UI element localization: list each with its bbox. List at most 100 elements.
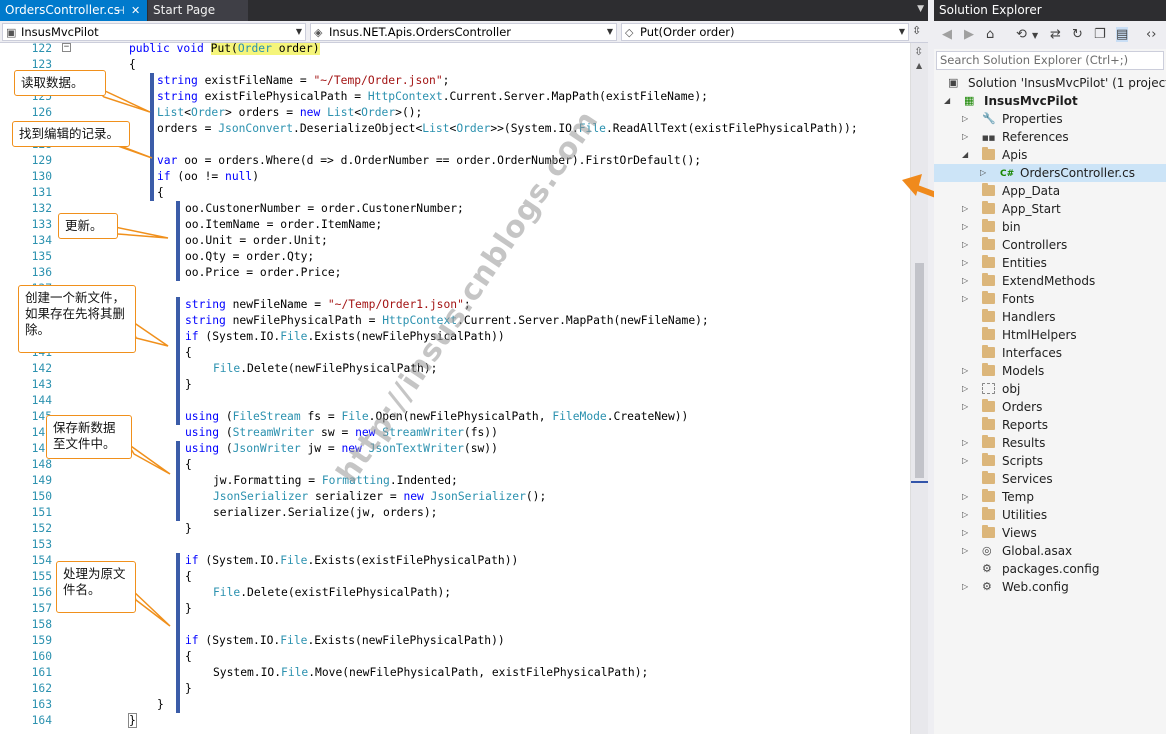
member-dropdown[interactable]: ◇ Put(Order order) ▼ [621, 23, 909, 41]
code-line[interactable]: 159 if (System.IO.File.Exists(newFilePhys… [0, 633, 910, 649]
code-line[interactable]: 135 oo.Qty = order.Qty; [0, 249, 910, 265]
code-line[interactable]: 162} [0, 681, 910, 697]
split-window-icon[interactable]: ⇳ [912, 24, 921, 37]
refresh-icon[interactable]: ↻ [1072, 27, 1083, 42]
project-dropdown[interactable]: ▣ InsusMvcPilot ▼ [2, 23, 306, 41]
code-view-icon[interactable]: ‹› [1146, 27, 1156, 42]
tree-item[interactable]: ▷ Controllers [934, 236, 1166, 254]
code-line[interactable]: 145 using (FileStream fs = File.Open(newF… [0, 409, 910, 425]
tree-item[interactable]: ▷ Results [934, 434, 1166, 452]
code-line[interactable]: 150 JsonSerializer serializer = new JsonS… [0, 489, 910, 505]
pin-icon[interactable]: ⊣ [115, 0, 125, 21]
scroll-up-icon[interactable]: ▲ [916, 61, 922, 70]
code-line[interactable]: 130 if (oo != null) [0, 169, 910, 185]
tree-item[interactable]: ▷ Models [934, 362, 1166, 380]
sync-icon[interactable]: ⇄ [1050, 27, 1061, 42]
code-line[interactable]: 156 File.Delete(existFilePhysicalPath); [0, 585, 910, 601]
code-line[interactable]: 163} [0, 697, 910, 713]
collapsed-arrow-icon[interactable]: ▷ [962, 254, 968, 272]
class-dropdown[interactable]: ◈ Insus.NET.Apis.OrdersController ▼ [310, 23, 617, 41]
code-line[interactable]: 122 public void Put(Order order) − [0, 43, 910, 57]
tree-item[interactable]: ▷ ExtendMethods [934, 272, 1166, 290]
code-line[interactable]: 148 { [0, 457, 910, 473]
code-line[interactable]: 149 jw.Formatting = Formatting.Indented; [0, 473, 910, 489]
collapsed-arrow-icon[interactable]: ▷ [962, 578, 968, 596]
collapsed-arrow-icon[interactable]: ▷ [962, 452, 968, 470]
back-icon[interactable]: ◀ [942, 27, 952, 42]
tree-item[interactable]: ▷ Fonts [934, 290, 1166, 308]
tree-item[interactable]: ▷ bin [934, 218, 1166, 236]
code-line[interactable]: 128 [0, 137, 910, 153]
close-icon[interactable]: ✕ [131, 0, 140, 21]
tree-item[interactable]: ▷ ■■ References [934, 128, 1166, 146]
expanded-arrow-icon[interactable]: ◢ [962, 146, 968, 164]
chevron-down-icon[interactable]: ▼ [1032, 31, 1038, 40]
tree-item[interactable]: ▷ obj [934, 380, 1166, 398]
history-icon[interactable]: ⟲ [1016, 27, 1027, 42]
tab-orders-controller[interactable]: OrdersController.cs ⊣ ✕ [0, 0, 147, 21]
collapsed-arrow-icon[interactable]: ▷ [962, 272, 968, 290]
collapsed-arrow-icon[interactable]: ▷ [962, 506, 968, 524]
tree-item[interactable]: ▷ Utilities [934, 506, 1166, 524]
collapsed-arrow-icon[interactable]: ▷ [962, 110, 968, 128]
tree-item[interactable]: ▷ Entities [934, 254, 1166, 272]
collapsed-arrow-icon[interactable]: ▷ [962, 236, 968, 254]
code-line[interactable]: 142 File.Delete(newFilePhysicalPath); [0, 361, 910, 377]
collapse-all-icon[interactable]: ❐ [1094, 27, 1106, 42]
collapsed-arrow-icon[interactable]: ▷ [962, 380, 968, 398]
home-icon[interactable]: ⌂ [986, 27, 994, 42]
code-line[interactable]: 146 using (StreamWriter sw = new StreamWr… [0, 425, 910, 441]
code-line[interactable]: 129 var oo = orders.Where(d => d.OrderNum… [0, 153, 910, 169]
tree-item[interactable]: ▷ App_Start [934, 200, 1166, 218]
collapsed-arrow-icon[interactable]: ▷ [962, 488, 968, 506]
show-all-files-icon[interactable]: ▤ [1116, 27, 1129, 42]
tree-item[interactable]: Services [934, 470, 1166, 488]
code-line[interactable]: 152} [0, 521, 910, 537]
tree-item[interactable]: ▷ ◎ Global.asax [934, 542, 1166, 560]
tree-item[interactable]: ▷ Temp [934, 488, 1166, 506]
code-line[interactable]: 154 if (System.IO.File.Exists(existFilePh… [0, 553, 910, 569]
tab-start-page[interactable]: Start Page [148, 0, 248, 21]
tree-item[interactable]: ▷ C# OrdersController.cs [934, 164, 1166, 182]
tree-item[interactable]: ▣ Solution 'InsusMvcPilot' (1 project) [934, 74, 1166, 92]
collapsed-arrow-icon[interactable]: ▷ [980, 164, 986, 182]
tree-item[interactable]: ⚙ packages.config [934, 560, 1166, 578]
code-line[interactable]: 158 [0, 617, 910, 633]
code-line[interactable]: 151 serializer.Serialize(jw, orders); [0, 505, 910, 521]
code-line[interactable]: 147 using (JsonWriter jw = new JsonTextWr… [0, 441, 910, 457]
code-line[interactable]: 141{ [0, 345, 910, 361]
code-line[interactable]: 164} [0, 713, 910, 729]
collapsed-arrow-icon[interactable]: ▷ [962, 290, 968, 308]
code-line[interactable]: 125 string existFilePhysicalPath = HttpCo… [0, 89, 910, 105]
code-line[interactable]: 123{ [0, 57, 910, 73]
collapsed-arrow-icon[interactable]: ▷ [962, 200, 968, 218]
tree-item[interactable]: Handlers [934, 308, 1166, 326]
tree-item[interactable]: ▷ Scripts [934, 452, 1166, 470]
code-line[interactable]: 133 oo.ItemName = order.ItemName; [0, 217, 910, 233]
expanded-arrow-icon[interactable]: ◢ [944, 92, 950, 110]
collapsed-arrow-icon[interactable]: ▷ [962, 362, 968, 380]
tree-item[interactable]: ▷ ⚙ Web.config [934, 578, 1166, 596]
collapsed-arrow-icon[interactable]: ▷ [962, 434, 968, 452]
code-line[interactable]: 127orders = JsonConvert.DeserializeObjec… [0, 121, 910, 137]
code-line[interactable]: 126 List<Order> orders = new List<Order>(… [0, 105, 910, 121]
tree-item[interactable]: Reports [934, 416, 1166, 434]
collapsed-arrow-icon[interactable]: ▷ [962, 524, 968, 542]
tree-item[interactable]: Interfaces [934, 344, 1166, 362]
code-line[interactable]: 124string existFileName = "~/Temp/Order.… [0, 73, 910, 89]
code-line[interactable]: 132 oo.CustonerNumber = order.CustonerNum… [0, 201, 910, 217]
code-line[interactable]: 153 [0, 537, 910, 553]
tree-item[interactable]: HtmlHelpers [934, 326, 1166, 344]
tree-item[interactable]: App_Data [934, 182, 1166, 200]
forward-icon[interactable]: ▶ [964, 27, 974, 42]
solution-search-input[interactable]: Search Solution Explorer (Ctrl+;) [936, 51, 1164, 70]
tree-item[interactable]: ▷ Views [934, 524, 1166, 542]
vertical-scrollbar[interactable]: ⇳ ▲ [910, 43, 929, 734]
code-line[interactable]: 161 System.IO.File.Move(newFilePhysicalPa… [0, 665, 910, 681]
collapsed-arrow-icon[interactable]: ▷ [962, 128, 968, 146]
code-line[interactable]: 160 { [0, 649, 910, 665]
tree-item[interactable]: ▷ Orders [934, 398, 1166, 416]
collapsed-arrow-icon[interactable]: ▷ [962, 398, 968, 416]
collapse-region-icon[interactable]: − [62, 43, 71, 52]
tree-item[interactable]: ◢ ▦ InsusMvcPilot [934, 92, 1166, 110]
